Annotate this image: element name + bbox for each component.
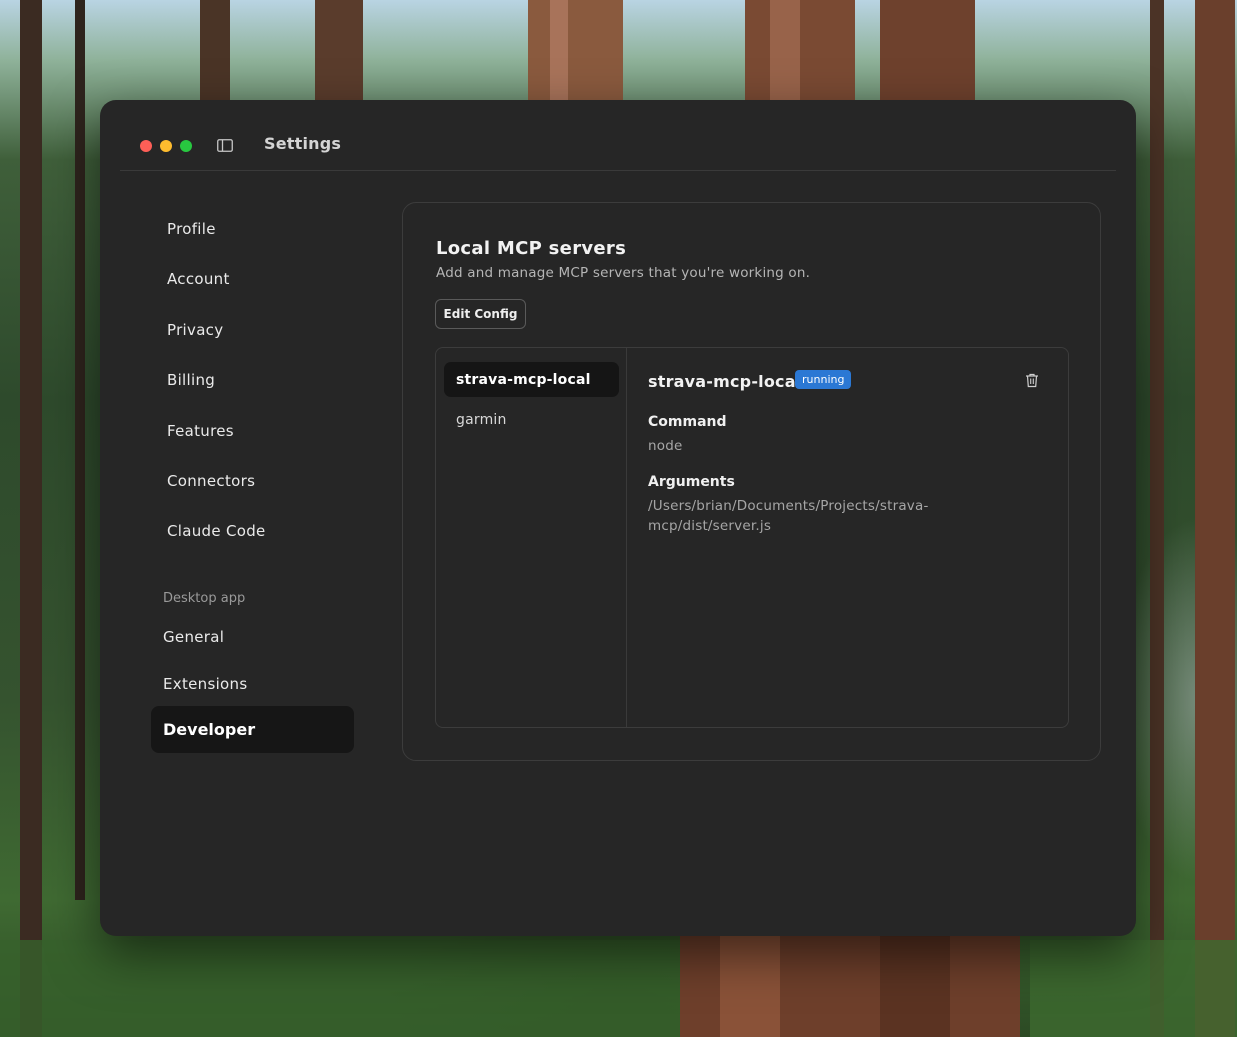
server-detail: strava-mcp-local running Command node Ar…: [648, 348, 1058, 727]
arguments-label: Arguments: [648, 474, 735, 490]
zoom-icon[interactable]: [180, 140, 192, 152]
server-item-label: strava-mcp-local: [456, 372, 591, 388]
command-label: Command: [648, 414, 727, 430]
minimize-icon[interactable]: [160, 140, 172, 152]
sidebar-item-account[interactable]: Account: [167, 270, 230, 288]
sidebar-item-connectors[interactable]: Connectors: [167, 472, 255, 490]
servers-container: strava-mcp-local garmin strava-mcp-local…: [435, 347, 1069, 728]
sidebar-item-developer[interactable]: Developer: [151, 706, 354, 753]
sidebar-item-label: Developer: [163, 720, 256, 739]
server-item-strava-mcp-local[interactable]: strava-mcp-local: [444, 362, 619, 397]
sidebar-toggle-icon[interactable]: [217, 139, 233, 152]
sidebar-item-extensions[interactable]: Extensions: [163, 675, 247, 693]
sidebar-item-privacy[interactable]: Privacy: [167, 321, 223, 339]
sidebar-item-billing[interactable]: Billing: [167, 371, 215, 389]
settings-window: Settings Profile Account Privacy Billing…: [100, 100, 1136, 936]
server-list: strava-mcp-local garmin: [436, 348, 627, 727]
arguments-value-line2: mcp/dist/server.js: [648, 518, 772, 534]
window-title: Settings: [264, 134, 342, 153]
trash-icon[interactable]: [1025, 373, 1039, 388]
sidebar-item-features[interactable]: Features: [167, 422, 234, 440]
sidebar-item-general[interactable]: General: [163, 628, 224, 646]
sidebar-item-profile[interactable]: Profile: [167, 220, 216, 238]
close-icon[interactable]: [140, 140, 152, 152]
sidebar-item-claude-code[interactable]: Claude Code: [167, 522, 266, 540]
edit-config-button[interactable]: Edit Config: [435, 299, 526, 329]
command-value: node: [648, 438, 683, 454]
panel-title: Local MCP servers: [436, 238, 627, 259]
title-bar: Settings: [120, 120, 1116, 171]
server-item-label: garmin: [456, 412, 507, 428]
server-item-garmin[interactable]: garmin: [444, 402, 619, 437]
status-badge: running: [795, 370, 852, 389]
server-detail-name: strava-mcp-local: [648, 372, 802, 391]
arguments-value-line1: /Users/brian/Documents/Projects/strava-: [648, 498, 929, 514]
mcp-servers-panel: Local MCP servers Add and manage MCP ser…: [402, 202, 1101, 761]
sidebar-section-title: Desktop app: [163, 591, 246, 606]
panel-subtitle: Add and manage MCP servers that you're w…: [436, 265, 811, 281]
